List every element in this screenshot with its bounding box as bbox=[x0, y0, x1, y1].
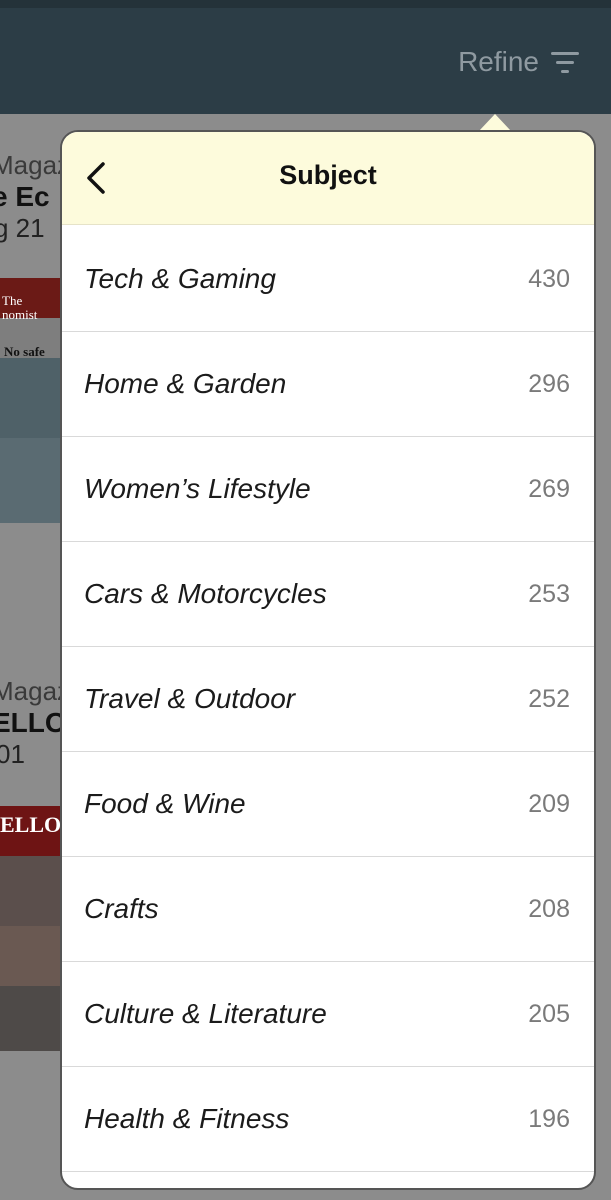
subject-row[interactable]: Travel & Outdoor 252 bbox=[62, 647, 594, 752]
subject-count: 205 bbox=[528, 999, 570, 1028]
magazine-cover[interactable]: ELLO bbox=[0, 806, 62, 1051]
subject-count: 196 bbox=[528, 1104, 570, 1133]
subject-count: 253 bbox=[528, 579, 570, 608]
subject-count: 252 bbox=[528, 684, 570, 713]
subject-label: Cars & Motorcycles bbox=[84, 578, 327, 609]
subject-row[interactable]: Cars & Motorcycles 253 bbox=[62, 542, 594, 647]
refine-label: Refine bbox=[458, 46, 539, 77]
popover-title: Subject bbox=[279, 160, 377, 190]
subject-count: 269 bbox=[528, 474, 570, 503]
subject-label: Culture & Literature bbox=[84, 998, 327, 1029]
subject-label: Travel & Outdoor bbox=[84, 683, 296, 714]
subject-label: Food & Wine bbox=[84, 788, 246, 819]
subject-row[interactable]: Crafts 208 bbox=[62, 857, 594, 962]
cover-headline: No safe bbox=[4, 344, 45, 359]
popover-header: Subject bbox=[62, 132, 594, 225]
subject-row[interactable]: Tech & Gaming 430 bbox=[62, 227, 594, 332]
subject-list: Tech & Gaming 430 Home & Garden 296 Women’s … bbox=[62, 227, 594, 1172]
cover-masthead: ELLO bbox=[0, 812, 62, 837]
top-bar: Refine bbox=[0, 0, 611, 114]
subject-label: Health & Fitness bbox=[84, 1103, 290, 1134]
subject-popover: Subject Tech & Gaming 430 Home & Garden 296… bbox=[60, 130, 596, 1190]
subject-label: Home & Garden bbox=[84, 368, 287, 399]
subject-row[interactable]: Culture & Literature 205 bbox=[62, 962, 594, 1067]
magazine-cover[interactable]: The nomist No safe bbox=[0, 278, 60, 523]
subject-count: 296 bbox=[528, 369, 570, 398]
subject-row[interactable]: Women’s Lifestyle 269 bbox=[62, 437, 594, 542]
subject-label: Tech & Gaming bbox=[84, 263, 276, 294]
subject-row[interactable]: Home & Garden 296 bbox=[62, 332, 594, 437]
subject-label: Women’s Lifestyle bbox=[84, 473, 311, 504]
subject-row[interactable]: Food & Wine 209 bbox=[62, 752, 594, 857]
subject-row[interactable]: Health & Fitness 196 bbox=[62, 1067, 594, 1172]
cover-masthead: The nomist bbox=[2, 293, 38, 322]
subject-label: Crafts bbox=[84, 893, 159, 924]
refine-button[interactable]: Refine bbox=[458, 40, 579, 84]
subject-count: 430 bbox=[528, 264, 570, 293]
popover-pointer bbox=[479, 114, 511, 131]
filter-lines-icon bbox=[551, 50, 579, 74]
subject-count: 208 bbox=[528, 894, 570, 923]
status-strip bbox=[0, 0, 611, 8]
subject-count: 209 bbox=[528, 789, 570, 818]
